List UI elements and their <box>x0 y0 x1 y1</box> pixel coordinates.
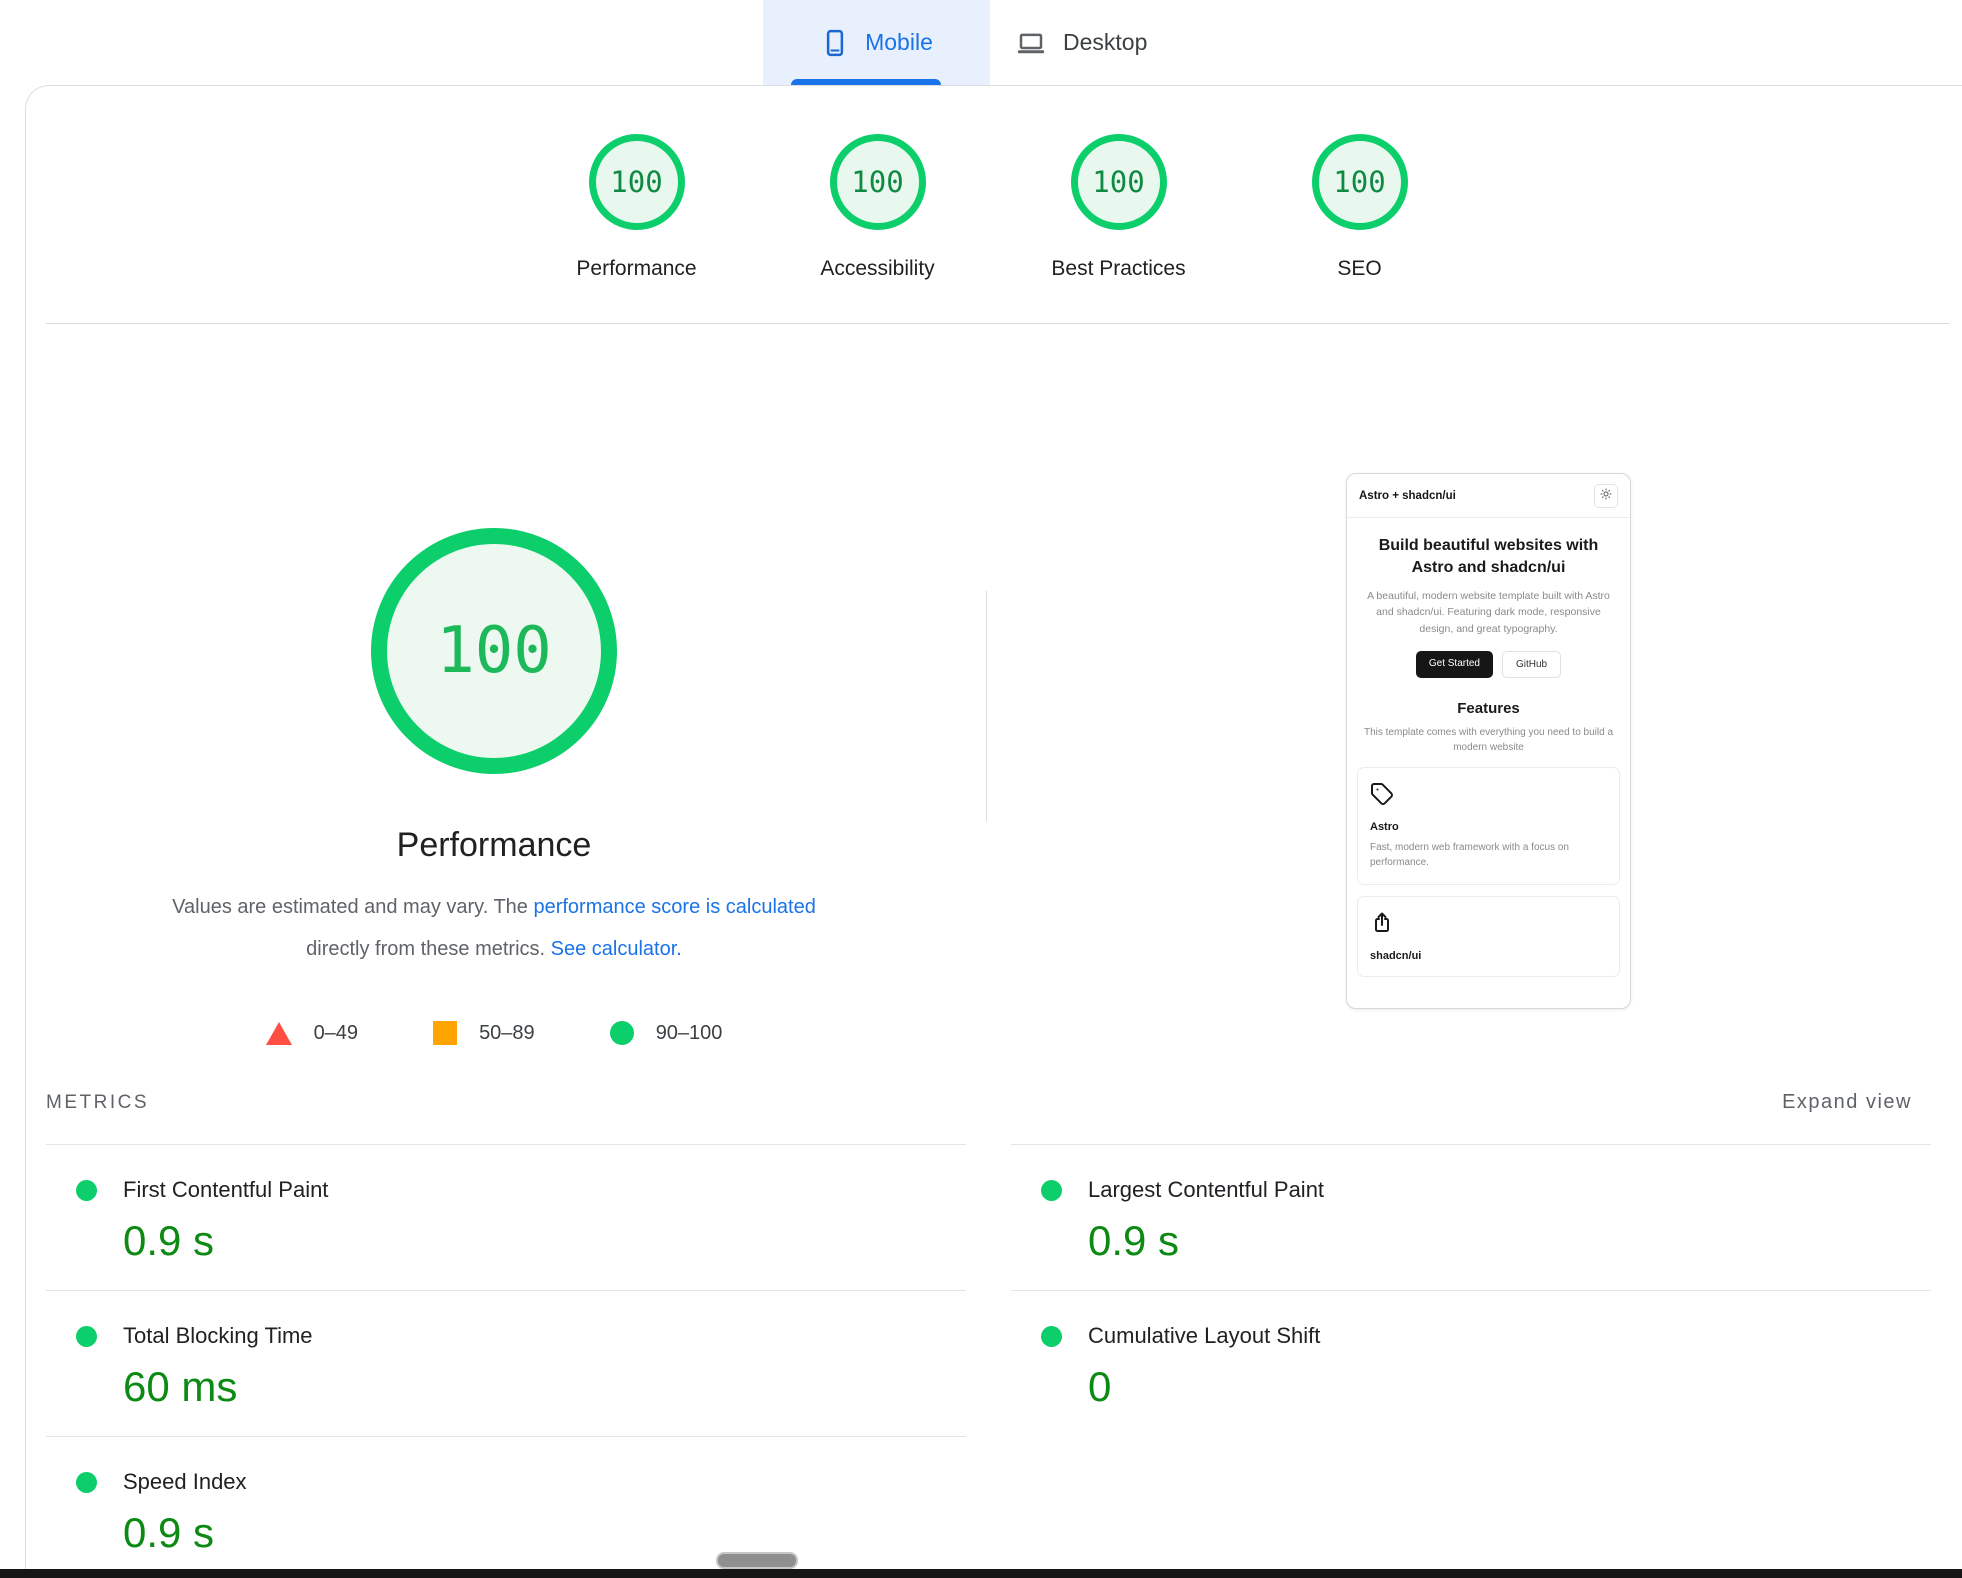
disclaimer-text: directly from these metrics. <box>306 938 551 960</box>
device-tabs: Mobile Desktop <box>763 0 1177 85</box>
orange-square-icon <box>433 1021 458 1045</box>
performance-score-gauge: 100 <box>588 134 685 230</box>
preview-features-title: Features <box>1457 699 1520 717</box>
preview-feature-card-shadcn: shadcn/ui <box>1357 895 1620 977</box>
green-dot-icon <box>76 1179 97 1201</box>
performance-main-score: 100 <box>436 614 552 688</box>
performance-main-gauge: 100 <box>371 528 617 774</box>
bottom-edge-bar <box>0 1569 1962 1578</box>
disclaimer-text: Values are estimated and may vary. The <box>172 896 534 918</box>
column-divider <box>986 591 987 821</box>
performance-section-title: Performance <box>396 826 592 864</box>
smartphone-icon <box>820 28 850 58</box>
metrics-grid: First Contentful Paint 0.9 s Total Block… <box>46 1144 1931 1578</box>
metric-value: 0.9 s <box>1088 1217 1180 1264</box>
metric-value: 0.9 s <box>123 1217 215 1264</box>
green-dot-icon <box>76 1325 97 1347</box>
accessibility-score-label: Accessibility <box>820 257 935 280</box>
laptop-icon <box>1014 28 1048 58</box>
preview-features-section: Features This template comes with everyt… <box>1347 700 1630 756</box>
score-range-legend: 0–49 50–89 90–100 <box>26 1021 962 1045</box>
score-calc-link[interactable]: performance score is calculated <box>533 896 815 918</box>
preview-card-title: Astro <box>1370 820 1399 833</box>
tag-icon <box>1370 782 1394 810</box>
accessibility-score: 100 <box>851 165 904 199</box>
preview-hero-buttons: Get Started GitHub <box>1359 650 1618 678</box>
legend-pass-range: 90–100 <box>609 1021 723 1045</box>
category-scores: 100 Performance 100 Accessibility 100 Be… <box>26 134 1962 281</box>
preview-card-title: shadcn/ui <box>1370 949 1422 962</box>
best-practices-score-label: Best Practices <box>1051 257 1186 280</box>
green-dot-icon <box>1041 1179 1062 1201</box>
tab-mobile[interactable]: Mobile <box>763 0 990 85</box>
legend-fail-range: 0–49 <box>265 1021 359 1045</box>
metrics-section-heading: METRICS <box>46 1092 149 1113</box>
seo-score: 100 <box>1333 165 1386 199</box>
preview-site-title: Astro + shadcn/ui <box>1359 490 1456 502</box>
category-performance[interactable]: 100 Performance <box>516 134 757 281</box>
preview-features-description: This template comes with everything you … <box>1363 726 1614 754</box>
metric-value: 0.9 s <box>123 1509 215 1556</box>
metric-value: 60 ms <box>123 1363 238 1410</box>
best-practices-score-gauge: 100 <box>1070 134 1167 230</box>
preview-header: Astro + shadcn/ui <box>1347 474 1630 517</box>
metric-largest-contentful-paint: Largest Contentful Paint 0.9 s <box>1011 1144 1931 1290</box>
report-card: 100 Performance 100 Accessibility 100 Be… <box>25 85 1962 1569</box>
tab-desktop[interactable]: Desktop <box>990 0 1177 85</box>
see-calculator-link[interactable]: See calculator. <box>551 938 682 960</box>
green-dot-icon <box>1041 1325 1062 1347</box>
preview-theme-toggle <box>1594 484 1618 508</box>
horizontal-scrollbar-thumb[interactable] <box>716 1552 798 1569</box>
seo-score-gauge: 100 <box>1311 134 1408 230</box>
preview-feature-card-astro: Astro Fast, modern web framework with a … <box>1357 766 1620 885</box>
seo-score-label: SEO <box>1337 257 1382 280</box>
preview-hero: Build beautiful websites with Astro and … <box>1347 518 1630 678</box>
metric-label: Speed Index <box>123 1469 247 1494</box>
page-screenshot-thumbnail[interactable]: Astro + shadcn/ui Build beautiful websit… <box>1346 473 1631 1009</box>
metric-first-contentful-paint: First Contentful Paint 0.9 s <box>46 1144 966 1290</box>
red-triangle-icon <box>265 1021 292 1045</box>
legend-average-range: 50–89 <box>433 1021 535 1045</box>
section-divider <box>46 323 1950 324</box>
metrics-right-column: Largest Contentful Paint 0.9 s Cumulativ… <box>1011 1144 1931 1578</box>
performance-score: 100 <box>610 165 663 199</box>
metrics-left-column: First Contentful Paint 0.9 s Total Block… <box>46 1144 966 1578</box>
green-dot-icon <box>76 1471 97 1493</box>
fail-range-label: 0–49 <box>313 1021 359 1044</box>
sun-icon <box>1600 487 1612 505</box>
preview-get-started-button: Get Started <box>1415 650 1493 678</box>
metric-total-blocking-time: Total Blocking Time 60 ms <box>46 1290 966 1436</box>
category-accessibility[interactable]: 100 Accessibility <box>757 134 998 281</box>
preview-hero-description: A beautiful, modern website template bui… <box>1367 590 1610 635</box>
metric-label: First Contentful Paint <box>123 1177 329 1202</box>
metric-cumulative-layout-shift: Cumulative Layout Shift 0 <box>1011 1290 1931 1436</box>
category-best-practices[interactable]: 100 Best Practices <box>998 134 1239 281</box>
expand-view-button[interactable]: Expand view <box>1782 1091 1912 1114</box>
preview-github-button: GitHub <box>1502 650 1562 678</box>
tab-desktop-label: Desktop <box>1063 29 1148 55</box>
metric-speed-index: Speed Index 0.9 s <box>46 1436 966 1578</box>
score-disclaimer: Values are estimated and may vary. The p… <box>149 886 839 970</box>
average-range-label: 50–89 <box>479 1021 535 1044</box>
best-practices-score: 100 <box>1092 165 1145 199</box>
pagespeed-report: Mobile Desktop 100 Performance 100 Acces… <box>0 0 1962 1578</box>
performance-score-label: Performance <box>576 257 697 280</box>
metric-label: Largest Contentful Paint <box>1088 1177 1325 1202</box>
accessibility-score-gauge: 100 <box>829 134 926 230</box>
tab-mobile-label: Mobile <box>865 29 933 55</box>
green-circle-icon <box>609 1021 634 1045</box>
metric-value: 0 <box>1088 1363 1112 1410</box>
metric-label: Total Blocking Time <box>123 1323 313 1348</box>
category-seo[interactable]: 100 SEO <box>1239 134 1480 281</box>
metric-label: Cumulative Layout Shift <box>1088 1323 1321 1348</box>
share-icon <box>1370 912 1394 939</box>
pass-range-label: 90–100 <box>655 1021 723 1044</box>
preview-hero-title: Build beautiful websites with Astro and … <box>1378 537 1599 576</box>
preview-card-description: Fast, modern web framework with a focus … <box>1370 841 1569 868</box>
